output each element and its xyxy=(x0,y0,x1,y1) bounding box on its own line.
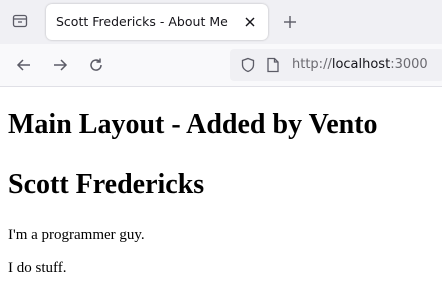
page-icon[interactable] xyxy=(266,57,280,73)
url-scheme: http:// xyxy=(292,57,332,72)
layout-heading: Main Layout - Added by Vento xyxy=(8,109,378,140)
page-content: Main Layout - Added by Vento Scott Frede… xyxy=(0,87,442,284)
close-icon[interactable] xyxy=(242,14,258,30)
plus-icon[interactable] xyxy=(280,12,300,32)
paragraph: I do stuff. xyxy=(8,260,67,276)
url-host: localhost xyxy=(331,57,391,72)
reload-icon[interactable] xyxy=(86,55,106,75)
navigation-toolbar: http://localhost:3000 xyxy=(0,44,442,87)
paragraph: I'm a programmer guy. xyxy=(8,227,145,243)
shield-icon[interactable] xyxy=(240,57,256,73)
tab-list-icon[interactable] xyxy=(8,9,32,33)
name-heading: Scott Fredericks xyxy=(8,169,205,200)
url-bar[interactable]: http://localhost:3000 xyxy=(230,49,442,81)
url-text: http://localhost:3000 xyxy=(292,57,428,72)
tab-title: Scott Fredericks - About Me xyxy=(56,14,228,29)
tab-strip: Scott Fredericks - About Me xyxy=(0,0,442,44)
back-arrow-icon[interactable] xyxy=(14,55,34,75)
url-port: :3000 xyxy=(390,57,428,72)
forward-arrow-icon[interactable] xyxy=(50,55,70,75)
tab-active[interactable]: Scott Fredericks - About Me xyxy=(46,4,268,40)
